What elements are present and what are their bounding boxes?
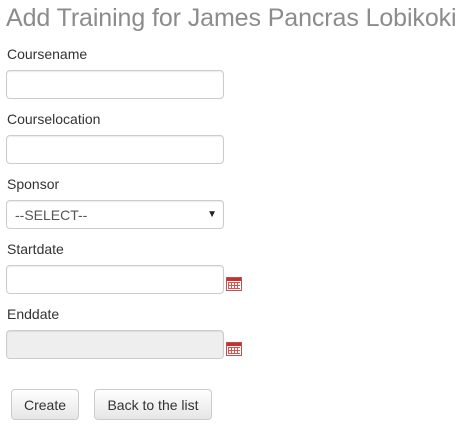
courselocation-label: Courselocation [7, 111, 101, 127]
sponsor-label: Sponsor [7, 176, 60, 192]
coursename-input[interactable] [6, 70, 224, 99]
sponsor-select[interactable]: --SELECT-- ▼ [6, 200, 224, 229]
startdate-input[interactable] [6, 265, 224, 294]
courselocation-input[interactable] [6, 135, 224, 164]
create-button[interactable]: Create [11, 389, 79, 420]
sponsor-selected-value: --SELECT-- [15, 206, 88, 223]
enddate-label: Enddate [7, 306, 60, 322]
page-title: Add Training for James Pancras Lobikoki [6, 4, 457, 32]
back-to-list-button[interactable]: Back to the list [94, 389, 212, 420]
coursename-label: Coursename [7, 46, 88, 62]
dropdown-caret-icon: ▼ [207, 209, 217, 220]
calendar-icon[interactable] [226, 277, 242, 291]
enddate-input [6, 330, 224, 359]
calendar-icon[interactable] [226, 342, 242, 356]
startdate-label: Startdate [7, 241, 64, 257]
